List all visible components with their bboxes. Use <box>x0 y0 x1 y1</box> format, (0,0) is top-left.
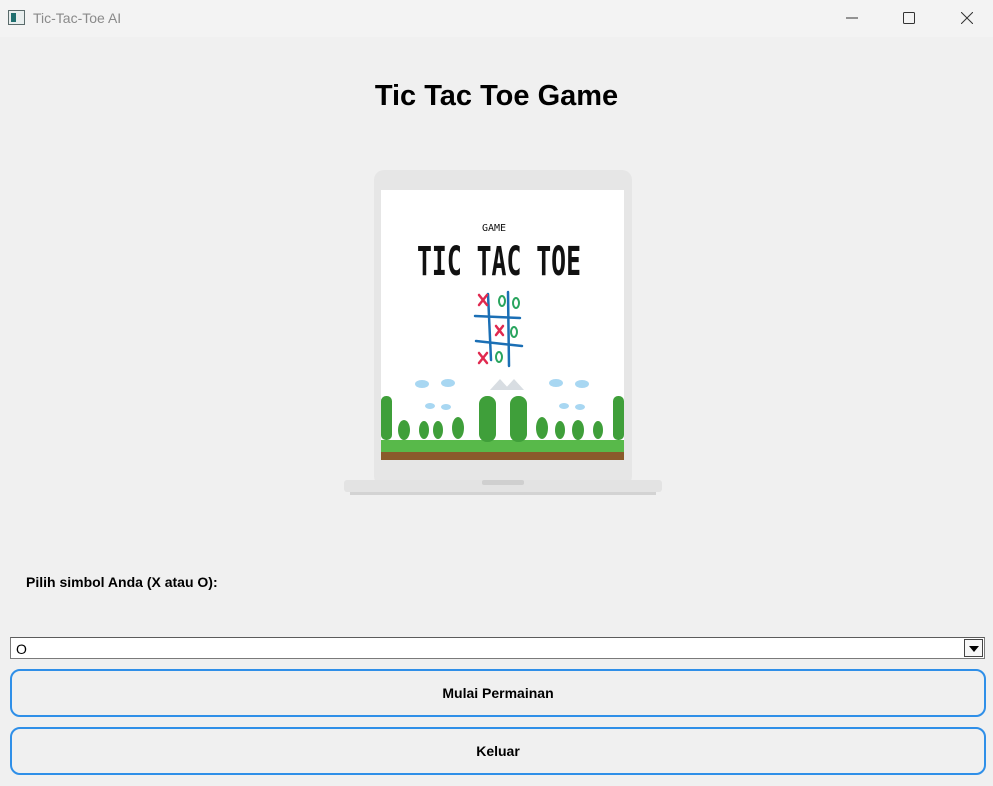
window-title: Tic-Tac-Toe AI <box>33 10 122 26</box>
maximize-icon <box>903 12 915 24</box>
start-game-button[interactable]: Mulai Permainan <box>10 669 986 717</box>
symbol-prompt-label: Pilih simbol Anda (X atau O): <box>26 574 218 590</box>
app-icon <box>8 10 25 25</box>
maximize-button[interactable] <box>879 0 939 37</box>
symbol-select[interactable]: O <box>10 637 985 659</box>
game-logo-image: GAME TIC TAC TOE <box>344 170 662 495</box>
exit-button[interactable]: Keluar <box>10 727 986 775</box>
minimize-icon <box>846 17 858 19</box>
dropdown-arrow-icon[interactable] <box>964 639 983 657</box>
close-icon <box>961 12 973 24</box>
symbol-select-value: O <box>16 641 27 657</box>
close-button[interactable] <box>937 0 993 37</box>
hero-big-text: TIC TAC TOE <box>417 239 581 285</box>
page-title: Tic Tac Toe Game <box>374 80 619 112</box>
hero-small-text: GAME <box>482 223 506 234</box>
title-bar: Tic-Tac-Toe AI <box>0 0 993 37</box>
minimize-button[interactable] <box>822 0 882 37</box>
